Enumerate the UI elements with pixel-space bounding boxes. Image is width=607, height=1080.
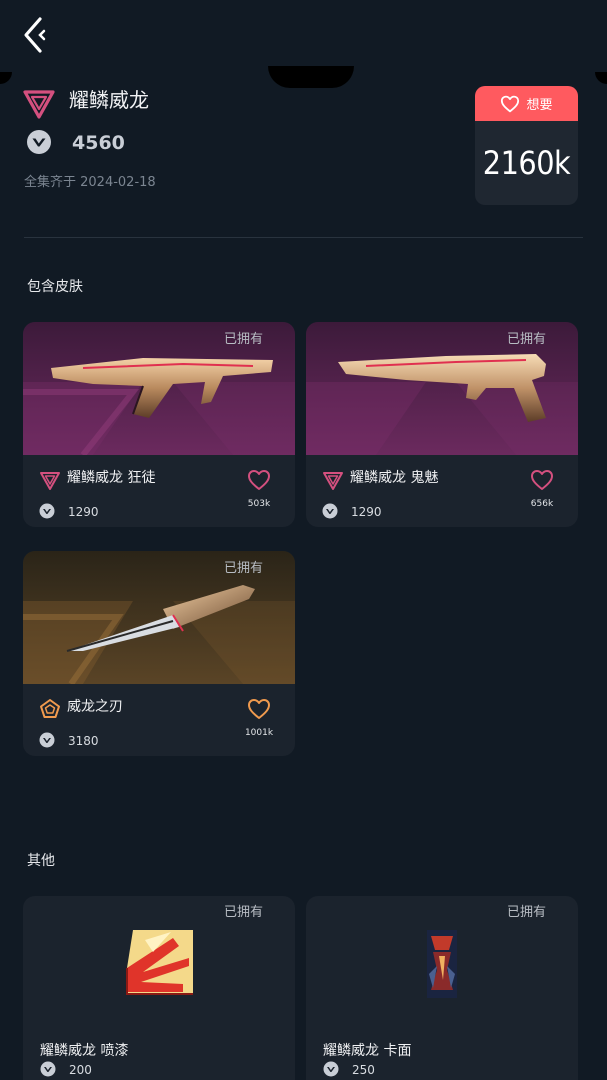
premium-tier-icon [40,472,60,490]
spray-card[interactable]: 已拥有 耀鳞威龙 喷漆 200 [23,896,295,1080]
owned-label: 已拥有 [223,332,263,347]
owned-label: 已拥有 [223,561,263,576]
owned-label: 已拥有 [506,332,546,347]
want-button[interactable]: 想要 [475,86,578,121]
favorite-count: 656k [530,499,554,509]
spray-image [126,930,193,995]
skin-card[interactable]: 已拥有 耀鳞威龙 狂徒 1290 503k [23,322,295,527]
valorant-points-icon [39,503,55,519]
owned-label: 已拥有 [506,905,546,920]
skin-image: 已拥有 [306,322,578,455]
valorant-points-icon [323,1061,339,1077]
skin-name: 耀鳞威龙 鬼魅 [350,470,439,486]
favorite-count: 1001k [244,728,274,738]
want-card: 想要 2160k [475,86,578,205]
want-count: 2160k [482,144,571,182]
skin-image: 已拥有 [23,322,295,455]
want-label: 想要 [526,98,553,113]
skin-price: 1290 [351,505,382,519]
skin-name: 威龙之刃 [67,699,123,715]
skin-card[interactable]: 已拥有 耀鳞威龙 鬼魅 1290 656k [306,322,578,527]
camera-notch [268,66,354,88]
skin-image: 已拥有 [23,551,295,684]
item-name: 耀鳞威龙 喷漆 [40,1043,129,1059]
premium-tier-icon [323,472,343,490]
premium-tier-icon [23,90,55,119]
top-bar [0,0,607,72]
item-price: 250 [352,1063,375,1077]
heart-icon [501,95,520,112]
collected-date: 全集齐于 2024-02-18 [24,175,156,190]
valorant-points-icon [27,130,51,154]
exclusive-tier-icon [40,699,60,718]
bundle-price: 4560 [72,132,125,154]
heart-icon[interactable] [247,469,271,491]
heart-icon[interactable] [247,698,271,720]
item-name: 耀鳞威龙 卡面 [323,1043,412,1059]
valorant-points-icon [39,732,55,748]
divider [24,237,583,238]
valorant-points-icon [322,503,338,519]
skin-name: 耀鳞威龙 狂徒 [67,470,156,486]
owned-label: 已拥有 [223,905,263,920]
skin-price: 3180 [68,734,99,748]
heart-icon[interactable] [530,469,554,491]
player-card-card[interactable]: 已拥有 耀鳞威龙 卡面 250 [306,896,578,1080]
bundle-title: 耀鳞威龙 [69,88,149,112]
skin-price: 1290 [68,505,99,519]
section-title-skins: 包含皮肤 [27,279,83,295]
skin-card[interactable]: 已拥有 威龙之刃 3180 1001k [23,551,295,756]
player-card-image [427,930,457,998]
valorant-points-icon [40,1061,56,1077]
item-price: 200 [69,1063,92,1077]
back-button[interactable] [18,14,58,58]
back-arrow-icon [24,17,46,53]
favorite-count: 503k [247,499,271,509]
section-title-other: 其他 [27,853,55,869]
